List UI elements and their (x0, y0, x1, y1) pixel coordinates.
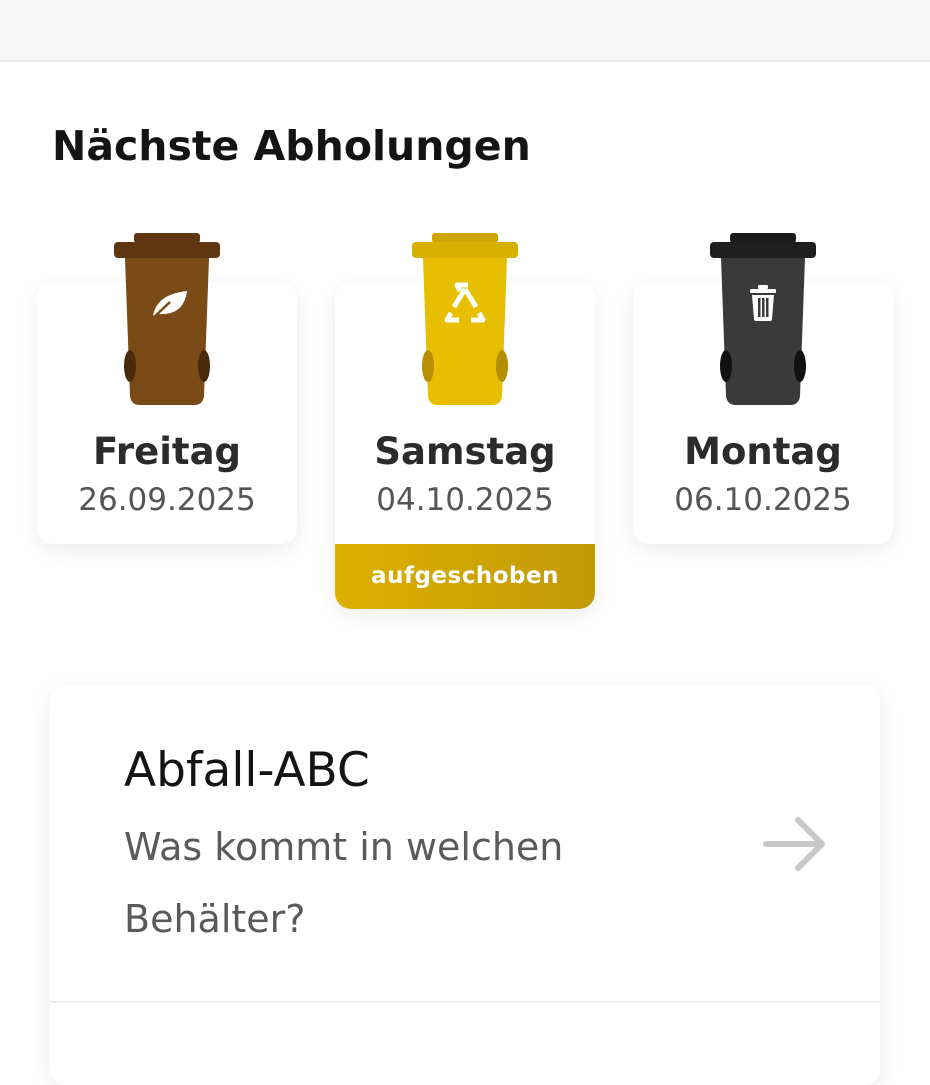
abc-title: Abfall-ABC (124, 743, 370, 798)
abc-subtitle: Was kommt in welchen Behälter? (124, 825, 564, 941)
waste-abc-card[interactable]: Abfall-ABC Was kommt in welchen Behälter… (50, 685, 880, 1085)
black-bin-icon (710, 233, 816, 405)
pickup-date: 26.09.2025 (78, 482, 256, 518)
pickup-weekday: Freitag (92, 430, 242, 473)
trash-icon (750, 285, 776, 321)
pickup-date: 06.10.2025 (674, 482, 852, 518)
status-badge: aufgeschoben (335, 544, 595, 609)
pickup-weekday: Montag (684, 430, 842, 473)
yellow-bin-icon (412, 233, 518, 405)
section-title: Nächste Abholungen (52, 122, 531, 170)
divider (50, 1001, 880, 1003)
pickup-carousel[interactable]: Freitag 26.09.2025 Samstag 04.10.2025 au… (0, 225, 930, 625)
top-app-bar (0, 0, 930, 62)
pickup-weekday: Samstag (374, 430, 556, 473)
pickup-date: 04.10.2025 (376, 482, 554, 518)
bio-bin-icon (114, 233, 220, 405)
arrow-right-icon[interactable] (762, 812, 830, 876)
